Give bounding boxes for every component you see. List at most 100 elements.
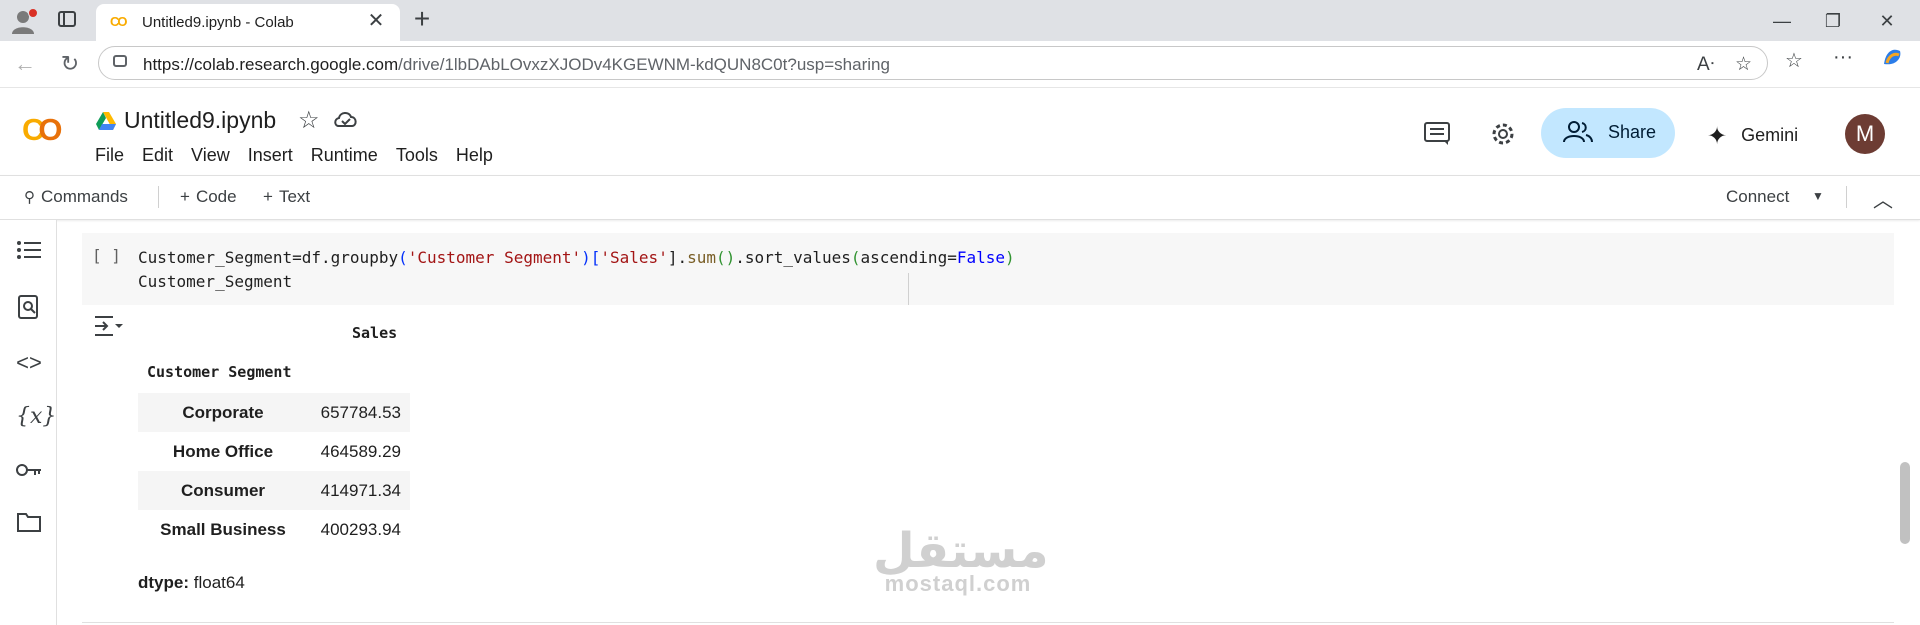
code-cell[interactable]: [ ] Customer_Segment=df.groupby('Custome… (82, 233, 1894, 305)
code-string: 'Customer Segment' (407, 248, 582, 267)
comment-icon[interactable] (1424, 122, 1450, 151)
new-tab-icon[interactable]: + (408, 5, 436, 33)
dtype-line: dtype: float64 (138, 573, 245, 593)
menu-runtime[interactable]: Runtime (311, 145, 378, 165)
row-value: 657784.53 (320, 403, 401, 422)
tab-actions-icon[interactable] (58, 11, 76, 27)
logo-letter-o: O (38, 112, 62, 147)
editor-ruler (908, 273, 909, 305)
commands-button[interactable]: ⚲ Commands (24, 187, 128, 207)
scrollbar-track[interactable] (1898, 222, 1912, 625)
share-button[interactable]: Share (1541, 108, 1675, 158)
toolbar-divider (1846, 186, 1847, 208)
menu-file[interactable]: File (95, 145, 124, 165)
cell-bottom-divider (82, 622, 1894, 623)
row-label: Home Office (172, 442, 274, 461)
variables-icon[interactable]: {x} (16, 404, 56, 430)
avatar[interactable]: M (1845, 114, 1885, 154)
plus-icon: + (263, 187, 273, 206)
connect-dropdown-icon[interactable]: ▼ (1812, 189, 1824, 203)
output-actions-icon[interactable] (93, 314, 123, 340)
tab-title: Untitled9.ipynb - Colab (142, 14, 294, 31)
settings-gear-icon[interactable] (1489, 120, 1517, 153)
colab-favicon-icon: CO (110, 14, 128, 29)
menu-view[interactable]: View (191, 145, 230, 165)
run-cell-button[interactable]: [ ] (92, 246, 121, 265)
menu-edit[interactable]: Edit (142, 145, 173, 165)
table-of-contents-icon[interactable] (16, 240, 42, 266)
code-string: 'Sales' (600, 248, 668, 267)
code-token: ]. (667, 248, 688, 267)
star-icon[interactable]: ☆ (298, 106, 320, 135)
google-drive-icon (96, 112, 116, 130)
code-snippets-icon[interactable]: <> (16, 350, 42, 376)
url-host: https://colab.research.google.com (143, 55, 399, 74)
code-token: ( (398, 248, 408, 267)
notebook-toolbar: ⚲ Commands + Code + Text Connect ▼ ︿ (0, 175, 1920, 220)
dtype-value: float64 (193, 573, 245, 592)
read-aloud-icon[interactable]: Aᐧ (1697, 53, 1715, 76)
url-text: https://colab.research.google.com/drive/… (143, 55, 890, 75)
add-code-button[interactable]: + Code (180, 187, 237, 207)
browser-tab[interactable]: CO Untitled9.ipynb - Colab ✕ (96, 4, 400, 41)
scrollbar-thumb[interactable] (1900, 462, 1910, 544)
table-row: Consumer 414971.34 (138, 471, 410, 510)
plus-icon: + (180, 187, 190, 206)
code-line-2: Customer_Segment (138, 272, 293, 291)
code-token: )[ (581, 248, 601, 267)
cloud-save-icon[interactable] (333, 108, 359, 130)
menu-bar: File Edit View Insert Runtime Tools Help (95, 145, 511, 166)
secrets-key-icon[interactable] (16, 458, 42, 484)
files-folder-icon[interactable] (16, 512, 42, 538)
table-row: Home Office 464589.29 (138, 432, 410, 471)
watermark-latin: mostaql.com (884, 571, 1032, 596)
code-token: Customer_Segment=df.groupby (138, 248, 399, 267)
code-token: ascending= (860, 248, 957, 267)
notebook-title[interactable]: Untitled9.ipynb (124, 107, 276, 134)
text-label: Text (278, 187, 311, 206)
watermark-arabic: مستقل (873, 523, 1049, 579)
more-menu-icon[interactable]: ··· (1833, 46, 1853, 69)
site-info-icon[interactable] (113, 55, 127, 67)
code-editor[interactable]: Customer_Segment=df.groupby('Customer Se… (138, 246, 1015, 294)
code-keyword: False (956, 248, 1005, 267)
add-text-button[interactable]: + Text (263, 187, 310, 207)
collapse-chevron-up-icon[interactable]: ︿ (1873, 184, 1893, 213)
code-token: ) (1005, 248, 1015, 267)
connect-label: Connect (1726, 187, 1790, 206)
colab-header: CO Untitled9.ipynb ☆ File Edit View Insert R… (0, 88, 1920, 175)
notification-dot (28, 8, 38, 18)
tab-close-icon[interactable]: ✕ (364, 9, 388, 33)
row-label: Consumer (180, 481, 266, 500)
code-token: ( (850, 248, 861, 267)
window-close-icon[interactable]: ✕ (1864, 8, 1910, 34)
table-row: Corporate 657784.53 (138, 393, 410, 432)
code-token: sum (687, 248, 716, 267)
code-label: Code (195, 187, 237, 206)
watermark: مستقل mostaql.com (873, 523, 1049, 597)
row-value: 464589.29 (320, 442, 401, 461)
menu-tools[interactable]: Tools (396, 145, 438, 165)
row-label: Corporate (182, 403, 264, 422)
minimize-icon[interactable]: — (1759, 8, 1805, 34)
code-token: () (716, 248, 736, 267)
copilot-icon[interactable] (1880, 46, 1904, 76)
restore-icon[interactable]: ❐ (1810, 8, 1856, 34)
menu-help[interactable]: Help (456, 145, 493, 165)
menu-insert[interactable]: Insert (248, 145, 293, 165)
back-icon[interactable]: ← (10, 49, 40, 79)
row-label: Small Business (160, 520, 286, 539)
column-header-sales: Sales (352, 324, 398, 342)
code-token: .sort_values (735, 248, 851, 267)
find-replace-icon[interactable] (16, 295, 42, 321)
favorites-icon[interactable]: ☆ (1785, 48, 1803, 73)
reload-icon[interactable]: ↻ (55, 49, 85, 79)
colab-logo[interactable]: CO (22, 112, 74, 147)
favorite-star-icon[interactable]: ☆ (1735, 53, 1752, 76)
connect-button[interactable]: Connect (1726, 187, 1789, 207)
url-field[interactable]: https://colab.research.google.com/drive/… (98, 46, 1768, 80)
gemini-button[interactable]: ✦ Gemini (1707, 119, 1799, 150)
profile-icon[interactable] (10, 8, 38, 34)
browser-tab-bar: CO Untitled9.ipynb - Colab ✕ + — ❐ ✕ (0, 0, 1920, 41)
gemini-label: Gemini (1741, 125, 1799, 145)
